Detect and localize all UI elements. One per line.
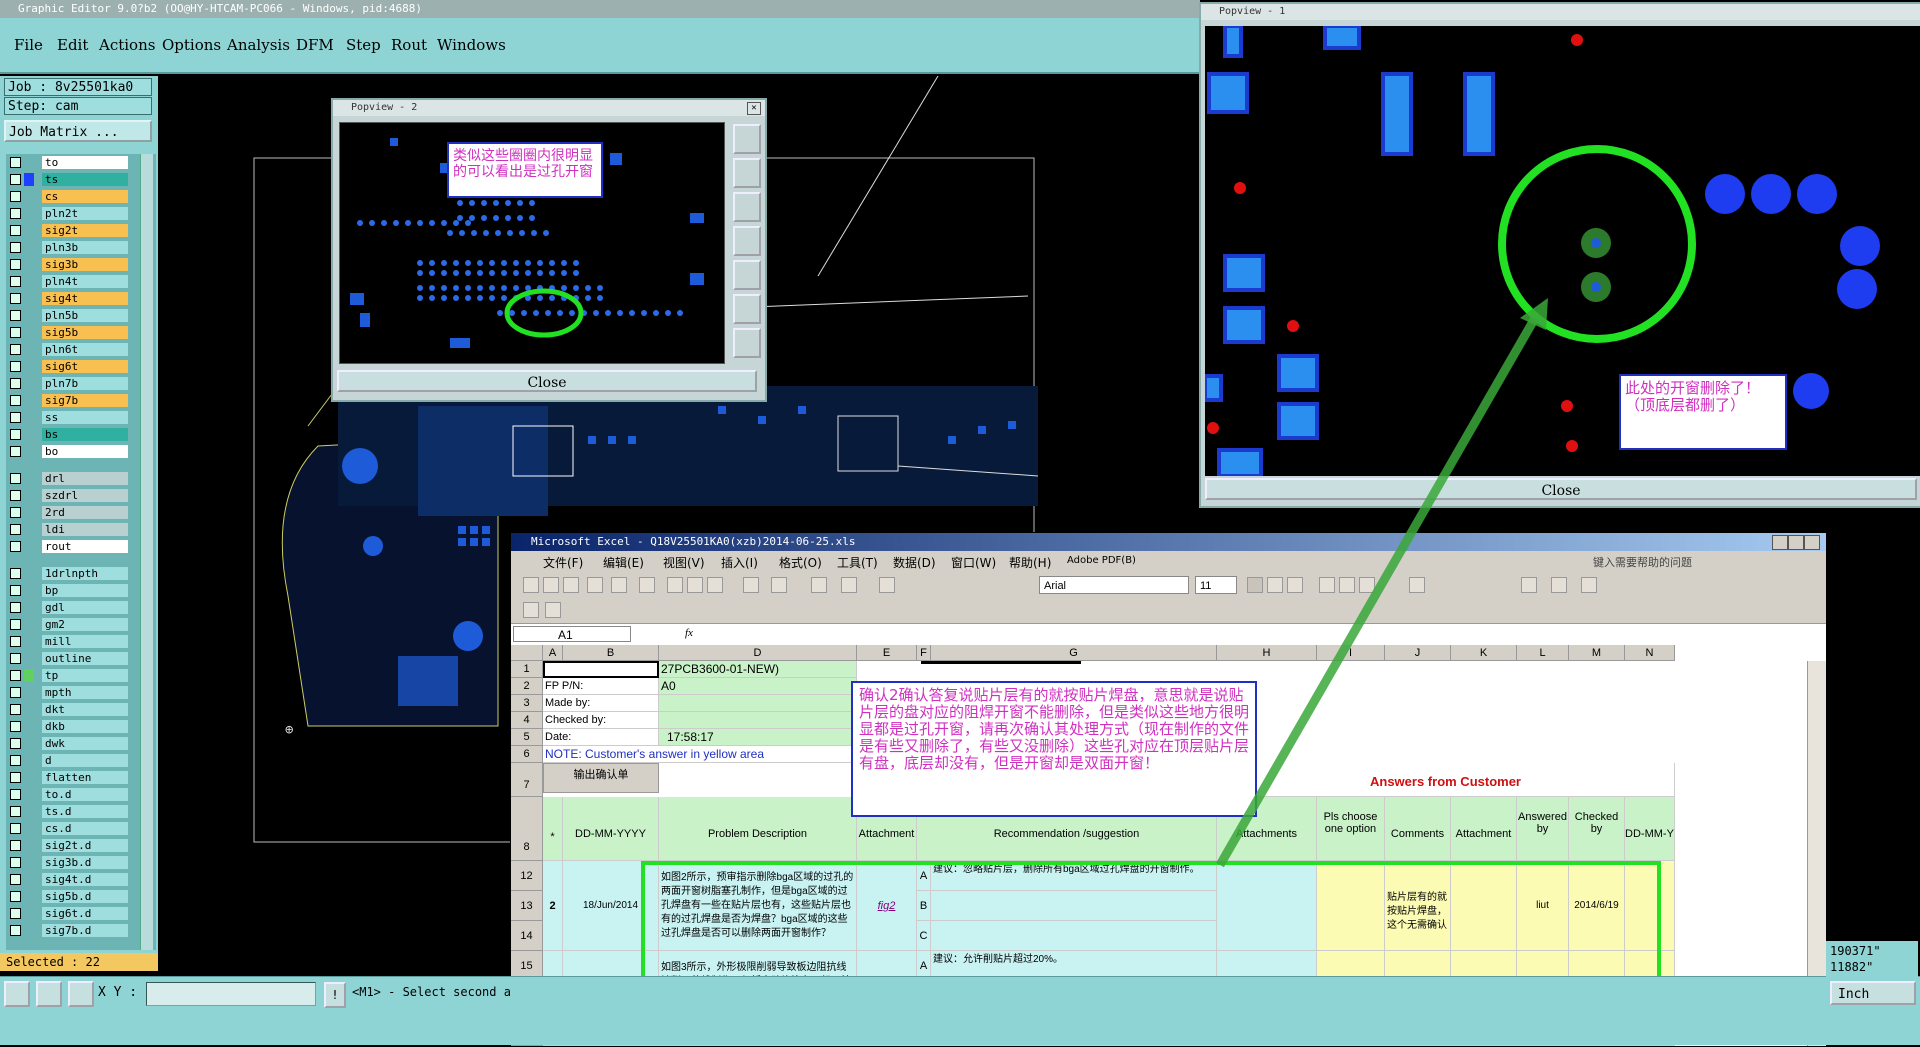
- units-select[interactable]: Inch: [1830, 981, 1916, 1005]
- info-icon[interactable]: !: [324, 982, 346, 1008]
- grid-icon[interactable]: [68, 981, 94, 1007]
- snap-icon[interactable]: [36, 981, 62, 1007]
- measure-icon[interactable]: [4, 981, 30, 1007]
- coordinate-readout: 190371" 11882": [1826, 941, 1918, 977]
- coord-x: 190371": [1830, 944, 1881, 958]
- status-message: <M1> - Select second a: [352, 985, 511, 999]
- genesis-status-bar: X Y : ! <M1> - Select second a 190371" 1…: [0, 941, 1920, 1010]
- coord-y: 11882": [1830, 960, 1874, 974]
- annotation-arrow: [1216, 298, 1548, 868]
- xy-label: X Y :: [98, 985, 138, 1000]
- genesis-bottom-strip: [0, 1010, 1920, 1045]
- xy-input[interactable]: [146, 982, 316, 1006]
